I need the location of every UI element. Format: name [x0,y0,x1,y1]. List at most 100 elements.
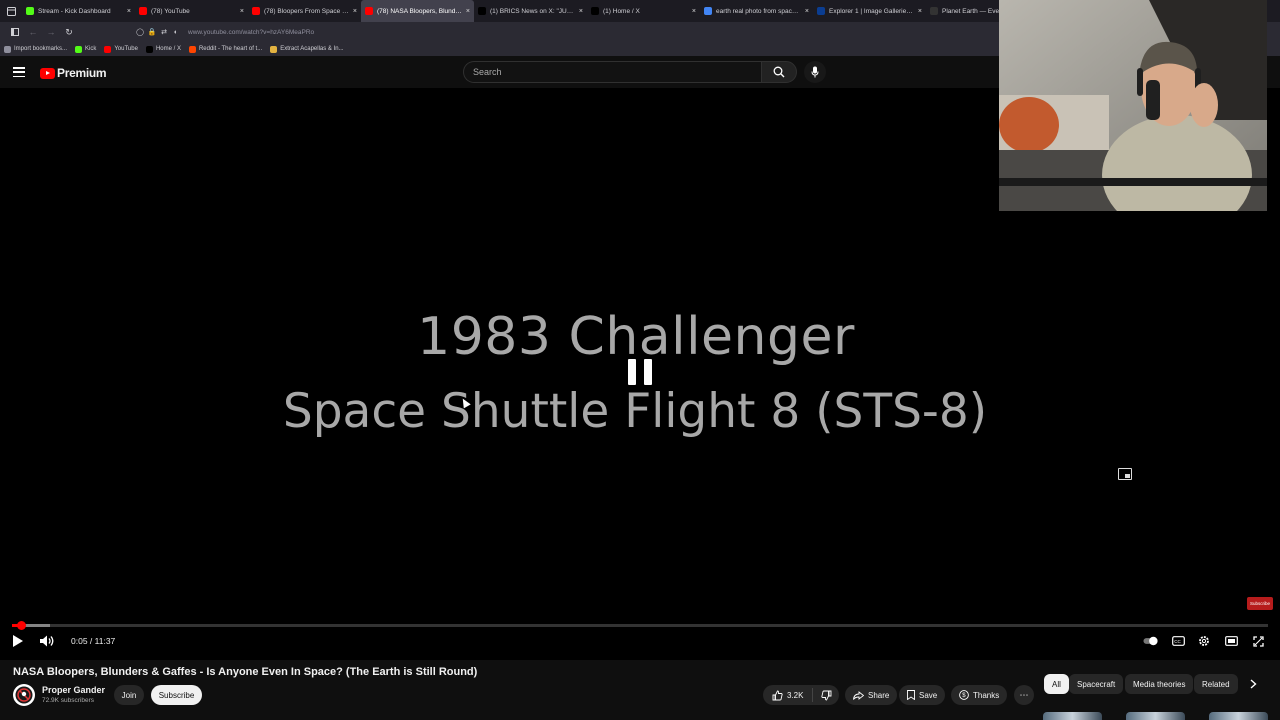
browser-tab[interactable]: earth real photo from space - G...× [700,0,813,22]
time-total: 11:37 [94,636,116,646]
browser-tab[interactable]: Explorer 1 | Image Galleries | In...× [813,0,926,22]
tab-label: (78) YouTube [151,7,190,15]
progress-bar[interactable] [12,621,1268,630]
scrubber-handle[interactable] [16,621,26,630]
youtube-logo[interactable]: Premium [40,66,107,80]
tab-label: (1) Home / X [603,7,640,15]
bookmark-item[interactable]: YouTube [104,45,138,53]
dislike-button[interactable] [813,690,839,701]
back-icon[interactable]: ← [24,23,42,41]
fullscreen-icon[interactable] [1250,634,1266,648]
tab-label: Explorer 1 | Image Galleries | In... [829,7,915,15]
pause-indicator-icon [628,359,652,385]
reload-icon[interactable]: ↻ [60,23,78,41]
like-button[interactable]: 3.2K [763,688,813,702]
close-tab-icon[interactable]: × [240,8,244,15]
url-text: www.youtube.com/watch?v=hzAY6MeaPRo [188,28,315,36]
bookmark-label: Kick [85,46,97,52]
search-input[interactable] [464,62,761,82]
bookmark-label: Reddit - The heart of t... [198,46,263,52]
browser-tab[interactable]: (1) Home / X × [587,0,700,22]
autoplay-toggle[interactable] [1143,634,1159,648]
tab-label: (78) NASA Bloopers, Blunders & G... [377,7,463,15]
browser-tab[interactable]: (78) YouTube × [135,0,248,22]
share-button[interactable]: Share [845,685,898,705]
bookmark-item[interactable]: Home / X [145,45,181,53]
subscribe-watermark[interactable]: Subscribe [1247,597,1273,610]
thumbs-up-icon [772,690,783,700]
save-button[interactable]: Save [899,685,946,705]
youtube-icon [104,45,112,53]
shield-icon: ◯ [136,29,144,36]
bookmark-label: Home / X [155,46,181,52]
import-icon [4,45,11,53]
share-label: Share [868,690,890,700]
search-icon [773,66,785,78]
browser-tab[interactable]: Stream - Kick Dashboard × [22,0,135,22]
window-menu-icon[interactable] [0,0,22,22]
bookmark-item[interactable]: Import bookmarks... [4,45,67,53]
browser-tab[interactable]: (1) BRICS News on X: "JUST IN:...× [474,0,587,22]
tab-label: Stream - Kick Dashboard [38,7,111,15]
video-info-section: NASA Bloopers, Blunders & Gaffes - Is An… [0,660,1280,720]
browser-tab[interactable]: (78) Bloopers From Space My T...× [248,0,361,22]
svg-text:$: $ [962,693,966,699]
chip-related[interactable]: Related [1194,674,1238,694]
menu-icon[interactable] [13,67,25,77]
subscribe-button[interactable]: Subscribe [151,685,202,705]
play-button[interactable] [12,635,24,647]
bookmark-label: YouTube [114,46,138,52]
time-current: 0:05 [71,636,88,646]
channel-name[interactable]: Proper Gander [42,685,105,695]
volume-icon[interactable] [39,634,55,648]
youtube-icon [252,7,260,15]
close-tab-icon[interactable]: × [127,8,131,15]
chip-all[interactable]: All [1044,674,1069,694]
bookmark-label: Extract Acapellas & In... [280,46,344,52]
thanks-button[interactable]: $ Thanks [951,685,1008,705]
captions-icon[interactable]: CC [1170,634,1186,648]
close-tab-icon[interactable]: × [805,8,809,15]
bookmark-item[interactable]: Reddit - The heart of t... [188,45,263,53]
time-display: 0:05 / 11:37 [71,636,116,646]
settings-gear-icon[interactable] [1196,634,1212,648]
video-frame-text-line2: Space Shuttle Flight 8 (STS-8) [282,384,988,439]
bookmark-item[interactable]: Extract Acapellas & In... [270,45,344,53]
recommended-thumbnails[interactable] [1043,712,1268,720]
channel-avatar[interactable] [13,684,35,706]
microphone-icon [811,66,819,78]
browser-tab[interactable]: (78) NASA Bloopers, Blunders & G...× [361,0,474,22]
tab-label: (1) BRICS News on X: "JUST IN:... [490,7,576,15]
lock-icon: 🔒 [147,29,157,36]
thanks-icon: $ [959,690,969,700]
theater-mode-icon[interactable] [1223,634,1239,648]
nasa-icon [817,7,825,15]
s-icon [930,7,938,15]
chip-spacecraft[interactable]: Spacecraft [1069,674,1124,694]
bookmark-item[interactable]: Kick [75,45,97,53]
share-icon [853,690,864,700]
youtube-icon [365,7,373,15]
tab-label: earth real photo from space - G... [716,7,802,15]
forward-icon[interactable]: → [42,23,60,41]
close-tab-icon[interactable]: × [918,8,922,15]
kick-icon [75,45,83,53]
close-tab-icon[interactable]: × [579,8,583,15]
join-button[interactable]: Join [114,685,144,705]
close-tab-icon[interactable]: × [466,8,470,15]
miniplayer-icon[interactable] [1118,468,1132,480]
folder-icon [270,45,278,53]
chevron-right-icon[interactable] [1245,676,1261,692]
voice-search-button[interactable] [804,61,826,83]
close-tab-icon[interactable]: × [692,8,696,15]
x-icon [145,45,153,53]
search-button[interactable] [761,61,797,83]
youtube-play-logo-icon [40,67,55,79]
video-frame-text-line1: 1983 Challenger [417,307,855,367]
bookmark-icon [907,690,915,700]
url-bar[interactable]: ◯ 🔒 ⇄ ◐ www.youtube.com/watch?v=hzAY6Mea… [134,25,1000,39]
chip-media-theories[interactable]: Media theories [1125,674,1194,694]
more-actions-icon[interactable]: ⋯ [1014,685,1034,705]
sidebar-toggle-icon[interactable] [6,23,24,41]
close-tab-icon[interactable]: × [353,8,357,15]
